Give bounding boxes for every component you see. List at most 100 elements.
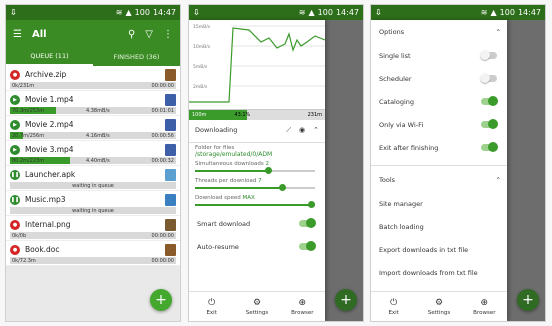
pause-icon[interactable]: ❚❚: [10, 169, 20, 180]
play-icon[interactable]: ▶: [10, 144, 20, 155]
dimmed-background[interactable]: [325, 20, 363, 321]
exit-button[interactable]: ⏻ Exit: [371, 292, 416, 321]
exit-button[interactable]: ⏻ Exit: [189, 292, 234, 321]
battery-level: 100: [134, 8, 150, 17]
clock: 14:47: [152, 8, 176, 17]
folder-path[interactable]: /storage/emulated/0/ADM: [189, 151, 325, 158]
wifi-icon: ≋: [115, 8, 123, 17]
simul-label: Simultaneous downloads: [195, 161, 264, 167]
wifi-icon: ≋: [480, 8, 488, 17]
browser-button[interactable]: ⊕ Browser: [280, 292, 325, 321]
gear-icon: ⚙: [252, 297, 262, 308]
tools-header[interactable]: Tools ⌃: [371, 168, 507, 192]
file-name: Archive.zip: [25, 70, 67, 79]
eye-icon[interactable]: ◉: [299, 126, 305, 135]
dimmed-background[interactable]: [507, 20, 545, 321]
progress-bar: 0k/231m 00:00:00: [10, 82, 176, 89]
file-type-icon: [165, 143, 176, 156]
download-item[interactable]: ● Book.doc 0k/72.3m 00:00:00: [6, 241, 180, 266]
globe-icon: ⊕: [480, 297, 489, 308]
progress-pct: 43.1%: [234, 112, 251, 118]
app-status-icon: ⇩: [375, 8, 382, 17]
more-icon[interactable]: ⋮: [163, 29, 173, 40]
progress-speed: waiting in queue: [72, 182, 114, 189]
option-row[interactable]: Scheduler: [371, 67, 507, 90]
chevron-up-icon[interactable]: ⌃: [313, 126, 319, 135]
menu-icon[interactable]: ☰: [13, 29, 22, 40]
speed-slider[interactable]: [195, 201, 315, 208]
tool-item[interactable]: Site manager: [371, 192, 507, 215]
progress-time: 00:00:00: [151, 257, 174, 264]
option-row[interactable]: Only via Wi-Fi: [371, 113, 507, 136]
speed-value: MAX: [242, 195, 255, 201]
option-toggle[interactable]: [481, 142, 498, 152]
auto-resume-toggle[interactable]: [299, 241, 316, 251]
play-icon[interactable]: ▶: [10, 94, 20, 105]
graph-progress: 100m 43.1% 231m: [189, 110, 325, 120]
phone-settings-drawer: ⇩ ≋ ▲ 100 14:47 + 15mB/s 10mB/s 5mB/s 2mB/s…: [188, 4, 364, 322]
file-type-icon: [165, 193, 176, 206]
threads-slider[interactable]: [195, 184, 315, 191]
threads-row: Threads per download 7: [189, 178, 325, 184]
graph-label-5: 5mB/s: [193, 64, 208, 70]
tool-item[interactable]: Import downloads from txt file: [371, 261, 507, 284]
option-label: Scheduler: [379, 74, 412, 83]
play-icon[interactable]: ▶: [10, 119, 20, 130]
browser-button[interactable]: ⊕ Browser: [462, 292, 507, 321]
download-item[interactable]: ▶ Movie 3.mp4 80.2m/223m 4.40mB/s 00:00:…: [6, 141, 180, 166]
stop-icon[interactable]: ●: [10, 244, 20, 255]
quick-settings-drawer: 15mB/s 10mB/s 5mB/s 2mB/s 100m 43.1% 231…: [189, 20, 325, 321]
add-download-button[interactable]: +: [335, 289, 357, 311]
option-row[interactable]: Single list: [371, 44, 507, 67]
option-toggle[interactable]: [480, 73, 497, 83]
option-row[interactable]: Exit after finishing: [371, 136, 507, 159]
tool-item[interactable]: Export downloads in txt file: [371, 238, 507, 261]
settings-button[interactable]: ⚙ Settings: [234, 292, 279, 321]
add-download-button[interactable]: +: [517, 289, 539, 311]
download-item[interactable]: ▶ Movie 1.mp4 70.3m/253m 4.38mB/s 00:01:…: [6, 91, 180, 116]
file-name: Book.doc: [25, 245, 60, 254]
speed-line: [189, 27, 325, 103]
tool-label: Batch loading: [379, 222, 424, 231]
progress-time: 00:00:32: [151, 157, 174, 164]
power-icon: ⏻: [208, 297, 216, 308]
tool-item[interactable]: Batch loading: [371, 215, 507, 238]
tab-finished[interactable]: FINISHED (36): [93, 48, 180, 66]
smart-download-label: Smart download: [197, 219, 251, 228]
chart-icon[interactable]: ⟋: [286, 126, 291, 135]
smart-download-toggle[interactable]: [299, 218, 316, 228]
file-type-icon: [165, 243, 176, 256]
progress-speed: 4.38mB/s: [85, 107, 110, 114]
option-toggle[interactable]: [481, 96, 498, 106]
threads-value: 7: [258, 178, 262, 184]
download-item[interactable]: ❚❚ Launcher.apk waiting in queue: [6, 166, 180, 191]
download-item[interactable]: ▶ Movie 2.mp4 20.7m/256m 4.16mB/s 00:00:…: [6, 116, 180, 141]
file-name: Movie 2.mp4: [25, 120, 74, 129]
pause-icon[interactable]: ❚❚: [10, 194, 20, 205]
stop-icon[interactable]: ●: [10, 219, 20, 230]
option-label: Single list: [379, 51, 411, 60]
progress-bar: waiting in queue: [10, 182, 176, 189]
smart-download-row[interactable]: Smart download: [189, 212, 325, 235]
download-item[interactable]: ● Archive.zip 0k/231m 00:00:00: [6, 66, 180, 91]
download-list: ● Archive.zip 0k/231m 00:00:00 ▶ Movie 1…: [6, 66, 180, 266]
options-header[interactable]: Options ⌃: [371, 20, 507, 44]
add-download-button[interactable]: +: [150, 289, 172, 311]
settings-button[interactable]: ⚙ Settings: [416, 292, 461, 321]
search-icon[interactable]: ⚲: [128, 29, 135, 40]
simul-slider[interactable]: [195, 167, 315, 174]
download-item[interactable]: ● Internal.png 0k/0b 00:00:00: [6, 216, 180, 241]
file-type-icon: [165, 118, 176, 131]
option-toggle[interactable]: [480, 50, 497, 60]
progress-time: 00:00:00: [151, 232, 174, 239]
download-item[interactable]: ❚❚ Music.mp3 waiting in queue: [6, 191, 180, 216]
auto-resume-row[interactable]: Auto-resume: [189, 235, 325, 258]
stop-icon[interactable]: ●: [10, 69, 20, 80]
filter-icon[interactable]: ▽: [145, 29, 153, 40]
tab-queue[interactable]: QUEUE (11): [6, 48, 93, 66]
option-toggle[interactable]: [481, 119, 498, 129]
option-row[interactable]: Cataloging: [371, 90, 507, 113]
file-name: Music.mp3: [25, 195, 66, 204]
progress-speed: 4.16mB/s: [85, 132, 110, 139]
clock: 14:47: [517, 8, 541, 17]
